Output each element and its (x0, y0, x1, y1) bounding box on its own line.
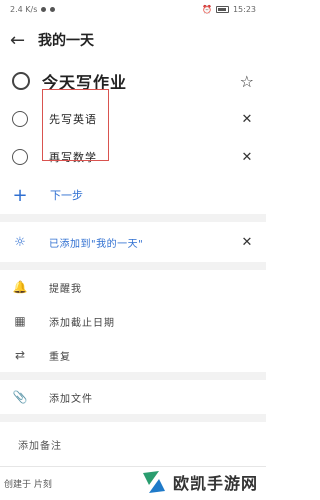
highlight-box (42, 89, 109, 161)
notification-icon (41, 6, 47, 12)
next-step-label: 下一步 (50, 189, 83, 202)
status-bar-left: 2.4 K/s (10, 4, 56, 14)
step-checkbox[interactable] (12, 111, 28, 127)
app-icon (50, 6, 56, 12)
section-divider (0, 414, 266, 422)
step-row: 再写数学 ✕ (0, 138, 266, 176)
repeat-label: 重复 (49, 351, 71, 363)
add-file-label: 添加文件 (49, 393, 93, 405)
calendar-icon: ▦ (14, 314, 26, 328)
section-divider (0, 214, 266, 222)
paperclip-icon: 📎 (12, 390, 28, 404)
remind-me-label: 提醒我 (49, 283, 82, 295)
list-title: 我的一天 (38, 33, 94, 49)
my-day-row[interactable]: ☼ 已添加到"我的一天" ✕ (0, 222, 266, 262)
section-divider (0, 262, 266, 270)
sun-icon: ☼ (14, 234, 26, 250)
due-date-label: 添加截止日期 (49, 317, 115, 329)
my-day-label: 已添加到"我的一天" (49, 238, 144, 250)
section-divider (0, 372, 266, 380)
back-arrow-icon[interactable]: ← (10, 30, 32, 51)
watermark: 欧凯手游网 (139, 467, 258, 497)
repeat-icon: ⇄ (14, 348, 26, 362)
remind-me-row[interactable]: 🔔 提醒我 (0, 270, 266, 304)
close-icon[interactable]: ✕ (240, 112, 254, 127)
star-icon[interactable]: ☆ (240, 72, 254, 91)
created-info: 创建于 片刻 (4, 480, 52, 490)
bell-icon: 🔔 (12, 280, 28, 294)
task-detail-screen: 2.4 K/s ⏰ 15:23 ← 我的一天 今天写作业 ☆ 先写英语 ✕ 再写… (0, 0, 266, 500)
watermark-logo-icon (142, 471, 165, 493)
status-bar-right: ⏰ 15:23 (202, 5, 256, 14)
network-speed: 2.4 K/s (10, 4, 38, 14)
task-complete-checkbox[interactable] (12, 72, 30, 90)
watermark-text: 欧凯手游网 (172, 474, 258, 493)
step-checkbox[interactable] (12, 149, 28, 165)
plus-icon: + (12, 184, 28, 206)
status-bar: 2.4 K/s ⏰ 15:23 (0, 0, 266, 18)
task-row: 今天写作业 ☆ (0, 62, 266, 100)
note-placeholder: 添加备注 (18, 441, 62, 452)
due-date-row[interactable]: ▦ 添加截止日期 (0, 304, 266, 338)
clock: 15:23 (232, 4, 256, 14)
alarm-icon: ⏰ (201, 4, 212, 14)
add-file-row[interactable]: 📎 添加文件 (0, 380, 266, 414)
top-bar: ← 我的一天 (0, 18, 266, 62)
next-step-row[interactable]: + 下一步 (0, 176, 266, 214)
battery-icon (215, 5, 229, 13)
step-row: 先写英语 ✕ (0, 100, 266, 138)
close-icon[interactable]: ✕ (240, 235, 254, 250)
repeat-row[interactable]: ⇄ 重复 (0, 338, 266, 372)
close-icon[interactable]: ✕ (240, 150, 254, 165)
